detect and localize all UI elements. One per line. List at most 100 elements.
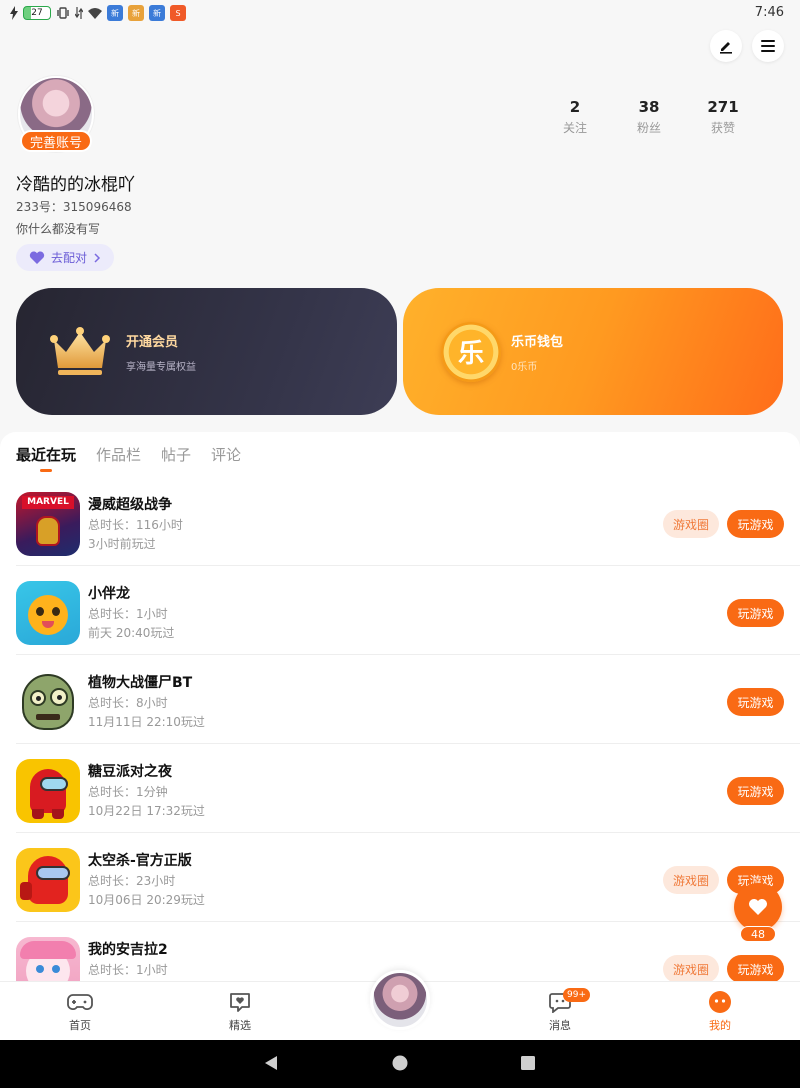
- user-nickname: 冷酷的的冰棍吖: [16, 175, 135, 195]
- nav-home[interactable]: 首页: [40, 990, 120, 1033]
- nav-label: 我的: [709, 1019, 731, 1032]
- play-game-button[interactable]: 玩游戏: [727, 510, 784, 538]
- like-fab-button[interactable]: [734, 883, 782, 931]
- tab-works[interactable]: 作品栏: [96, 444, 141, 465]
- recent-games-panel: 最近在玩 作品栏 帖子 评论 MARVEL 漫威超级战争 总时长：116小时 3…: [0, 432, 800, 1001]
- back-icon[interactable]: [262, 1054, 280, 1072]
- gamepad-icon: [67, 994, 93, 1010]
- game-row[interactable]: MARVEL 漫威超级战争 总时长：116小时 3小时前玩过 游戏圈 玩游戏: [16, 478, 800, 566]
- game-icon-marvel[interactable]: MARVEL: [16, 492, 80, 556]
- game-last-played: 10月22日 17:32玩过: [88, 804, 205, 818]
- stat-value: 271: [707, 98, 739, 116]
- system-navigation-bar: [0, 1040, 800, 1088]
- stat-label: 获赞: [710, 121, 735, 135]
- game-icon-space-kill[interactable]: [16, 848, 80, 912]
- game-name: 糖豆派对之夜: [88, 764, 172, 780]
- nav-center-avatar[interactable]: [370, 970, 430, 1030]
- vip-card-subtitle: 享海量专属权益: [126, 361, 196, 373]
- nav-featured[interactable]: 精选: [200, 990, 280, 1033]
- complete-account-badge[interactable]: 完善账号: [20, 130, 92, 152]
- data-icon: [75, 7, 83, 19]
- tab-comments[interactable]: 评论: [211, 444, 241, 465]
- nav-label: 消息: [549, 1019, 571, 1032]
- face-icon: [709, 991, 731, 1013]
- game-circle-button[interactable]: 游戏圈: [663, 510, 719, 538]
- home-icon[interactable]: [391, 1054, 409, 1072]
- header-actions: [710, 30, 784, 62]
- recents-icon[interactable]: [519, 1054, 537, 1072]
- coin-char: 乐: [457, 339, 484, 369]
- game-duration: 总时长：1小时: [88, 607, 168, 621]
- heart-chat-icon: [230, 993, 250, 1012]
- game-row[interactable]: 太空杀-官方正版 总时长：23小时 10月06日 20:29玩过 游戏圈 玩游戏: [16, 834, 800, 922]
- game-last-played: 前天 20:40玩过: [88, 626, 175, 640]
- game-name: 我的安吉拉2: [88, 942, 168, 958]
- menu-button[interactable]: [752, 30, 784, 62]
- game-icon-xiaobanlong[interactable]: [16, 581, 80, 645]
- game-duration: 总时长：8小时: [88, 696, 168, 710]
- stat-value: 38: [638, 98, 660, 116]
- app-notification-icon: 新: [107, 5, 123, 21]
- edit-profile-button[interactable]: [710, 30, 742, 62]
- vip-card-title: 开通会员: [126, 334, 179, 350]
- game-circle-button[interactable]: 游戏圈: [663, 866, 719, 894]
- profile-avatar-block[interactable]: 完善账号: [18, 76, 94, 152]
- stat-following[interactable]: 2 关注: [538, 98, 612, 136]
- battery-indicator: 27: [23, 6, 51, 20]
- game-name: 漫威超级战争: [88, 497, 172, 513]
- nav-label: 精选: [229, 1019, 251, 1032]
- play-game-button[interactable]: 玩游戏: [727, 599, 784, 627]
- game-name: 小伴龙: [88, 586, 130, 602]
- pair-button-label: 去配对: [50, 251, 87, 265]
- game-row[interactable]: 小伴龙 总时长：1小时 前天 20:40玩过 玩游戏: [16, 567, 800, 655]
- charging-icon: [10, 6, 18, 20]
- game-name: 植物大战僵尸BT: [88, 675, 193, 691]
- user-bio: 你什么都没有写: [16, 222, 101, 236]
- crown-icon: [50, 326, 110, 375]
- like-count: 48: [740, 926, 776, 942]
- play-game-button[interactable]: 玩游戏: [727, 688, 784, 716]
- tab-recent[interactable]: 最近在玩: [16, 444, 76, 472]
- stat-label: 粉丝: [636, 121, 661, 135]
- profile-stats: 2 关注 38 粉丝 271 获赞: [538, 98, 760, 136]
- status-time: 7:46: [754, 5, 784, 20]
- stat-likes[interactable]: 271 获赞: [686, 98, 760, 136]
- game-row[interactable]: 植物大战僵尸BT 总时长：8小时 11月11日 22:10玩过 玩游戏: [16, 656, 800, 744]
- game-icon-among-us[interactable]: [16, 759, 80, 823]
- game-icon-pvz[interactable]: [16, 670, 80, 734]
- status-bar: 27 新 新 新 S 7:46: [0, 0, 800, 26]
- game-duration: 总时长：116小时: [88, 518, 183, 532]
- game-name: 太空杀-官方正版: [88, 853, 192, 869]
- bottom-nav: 首页 精选 消息 99+ 我的: [0, 970, 800, 1040]
- pair-button[interactable]: 去配对: [16, 244, 114, 271]
- app-notification-icon: S: [170, 5, 186, 21]
- message-badge: 99+: [563, 988, 590, 1002]
- stat-value: 2: [569, 98, 581, 116]
- heart-pair-icon: [29, 251, 45, 264]
- game-row[interactable]: 糖豆派对之夜 总时长：1分钟 10月22日 17:32玩过 玩游戏: [16, 745, 800, 833]
- game-last-played: 3小时前玩过: [88, 537, 156, 551]
- tab-posts[interactable]: 帖子: [161, 444, 191, 465]
- nav-me[interactable]: 我的: [680, 990, 760, 1033]
- game-duration: 总时长：1小时: [88, 963, 168, 977]
- profile-tabs: 最近在玩 作品栏 帖子 评论: [16, 444, 241, 472]
- heart-icon: [749, 899, 767, 915]
- game-duration: 总时长：1分钟: [88, 785, 168, 799]
- stat-fans[interactable]: 38 粉丝: [612, 98, 686, 136]
- play-game-button[interactable]: 玩游戏: [727, 777, 784, 805]
- play-game-button[interactable]: 玩游戏: [727, 955, 784, 983]
- vibrate-icon: [57, 7, 69, 19]
- game-last-played: 10月06日 20:29玩过: [88, 893, 205, 907]
- game-duration: 总时长：23小时: [88, 874, 176, 888]
- game-circle-button[interactable]: 游戏圈: [663, 955, 719, 983]
- app-notification-icon: 新: [128, 5, 144, 21]
- wifi-icon: [88, 7, 102, 19]
- wallet-card[interactable]: 乐 乐币钱包 0乐币: [403, 288, 783, 415]
- user-id: 233号：315096468: [16, 200, 132, 214]
- nav-label: 首页: [69, 1019, 91, 1032]
- stat-label: 关注: [562, 121, 587, 135]
- menu-icon: [761, 40, 775, 52]
- vip-card[interactable]: 开通会员 享海量专属权益: [16, 288, 397, 415]
- wallet-card-title: 乐币钱包: [511, 334, 564, 350]
- pencil-icon: [720, 42, 732, 54]
